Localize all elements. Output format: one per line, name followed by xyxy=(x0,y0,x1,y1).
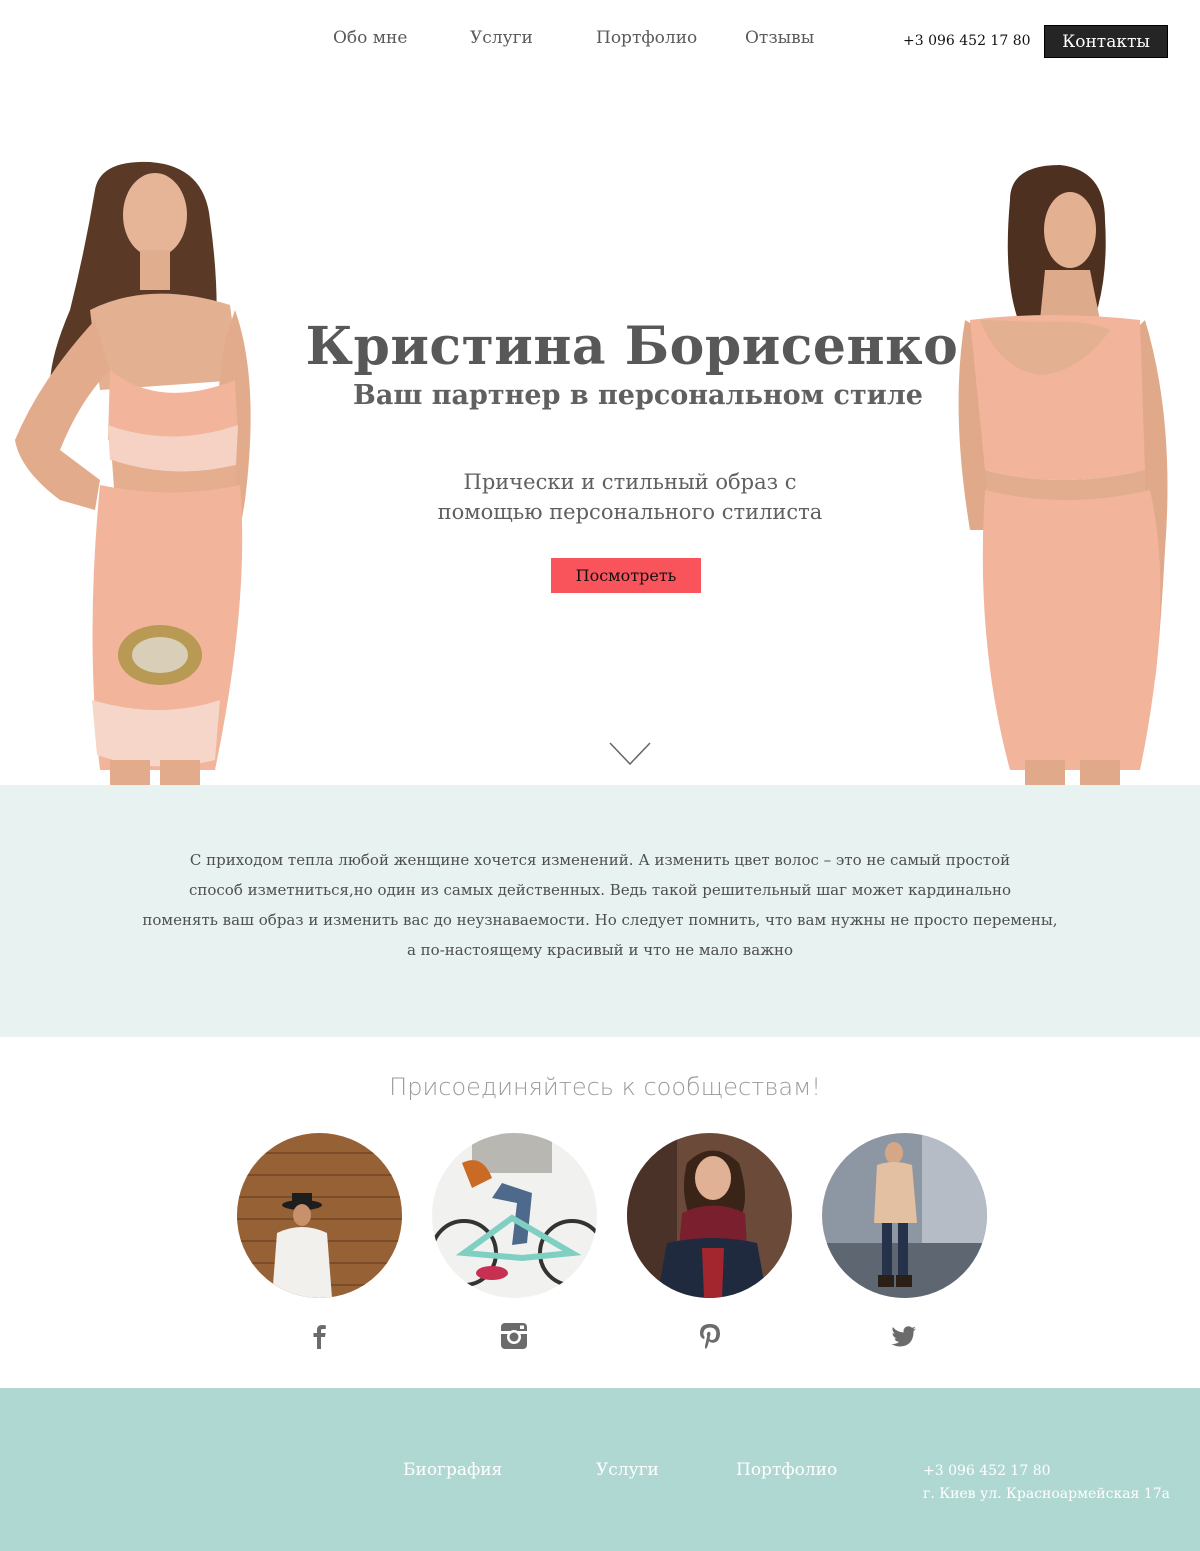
hero-lead-line-1: Прически и стильный образ с xyxy=(463,470,797,494)
intro-section: С приходом тепла любой женщине хочется и… xyxy=(0,785,1200,1037)
nav-item-reviews[interactable]: Отзывы xyxy=(745,28,814,48)
community-photo-facebook[interactable] xyxy=(237,1133,402,1298)
nav-item-portfolio[interactable]: Портфолио xyxy=(596,28,697,48)
nav-item-services[interactable]: Услуги xyxy=(470,28,533,48)
view-button[interactable]: Посмотреть xyxy=(551,558,701,593)
intro-text-line: С приходом тепла любой женщине хочется и… xyxy=(189,851,1011,869)
instagram-icon[interactable] xyxy=(500,1322,528,1350)
footer-address: г. Киев ул. Красноармейская 17а xyxy=(923,1486,1170,1502)
intro-text-line: а по-настоящему красивый и что не мало в… xyxy=(406,941,794,959)
facebook-icon[interactable] xyxy=(305,1322,333,1350)
intro-text-line: способ изметниться,но один из самых дейс… xyxy=(188,881,1012,899)
chevron-down-icon[interactable] xyxy=(609,742,651,766)
footer-link-biography[interactable]: Биография xyxy=(403,1460,502,1480)
footer: Биография Услуги Портфолио +3 096 452 17… xyxy=(0,1388,1200,1551)
community-title: Присоединяйтесь к сообществам! xyxy=(389,1073,821,1101)
hero-title: Кристина Борисенко xyxy=(305,316,959,377)
footer-phone: +3 096 452 17 80 xyxy=(923,1463,1051,1479)
community-photo-pinterest[interactable] xyxy=(627,1133,792,1298)
community-photo-instagram[interactable] xyxy=(432,1133,597,1298)
header-phone: +3 096 452 17 80 xyxy=(903,33,1031,49)
hero-section: Кристина Борисенко Ваш партнер в персона… xyxy=(0,80,1200,785)
contacts-button[interactable]: Контакты xyxy=(1044,25,1168,58)
model-photo-right xyxy=(958,165,1168,785)
hero-subtitle: Ваш партнер в персональном стиле xyxy=(353,380,923,411)
model-photo-left xyxy=(15,161,251,785)
intro-text-line: поменять ваш образ и изменить вас до неу… xyxy=(142,911,1058,929)
nav-item-about[interactable]: Обо мне xyxy=(333,28,407,48)
twitter-icon[interactable] xyxy=(890,1322,918,1350)
footer-link-services[interactable]: Услуги xyxy=(596,1460,659,1480)
footer-link-portfolio[interactable]: Портфолио xyxy=(736,1460,837,1480)
community-photo-twitter[interactable] xyxy=(822,1133,987,1298)
pinterest-icon[interactable] xyxy=(696,1322,724,1350)
hero-lead-line-2: помощью персонального стилиста xyxy=(437,500,823,524)
